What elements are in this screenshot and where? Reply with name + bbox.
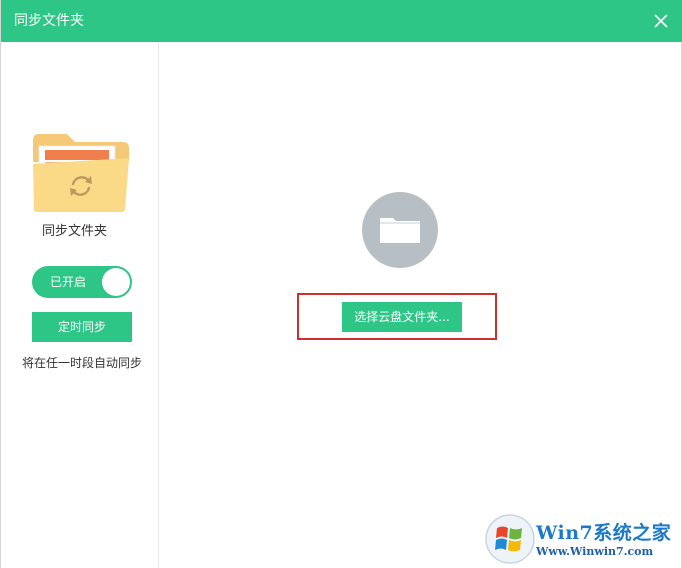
toggle-label: 已开启 — [50, 275, 87, 289]
close-icon — [654, 14, 668, 28]
empty-folder-placeholder — [362, 192, 438, 268]
main-panel: 选择云盘文件夹... — [159, 42, 682, 568]
title-bar: 同步文件夹 — [1, 0, 682, 42]
watermark-url: Www.Winwin7.com — [536, 545, 654, 558]
close-button[interactable] — [651, 11, 671, 31]
scheduled-sync-button[interactable]: 定时同步 — [32, 312, 132, 342]
watermark-title: Win7系统之家 — [536, 522, 672, 544]
windows-logo-icon — [485, 514, 535, 564]
toggle-knob — [102, 268, 130, 296]
folder-icon — [380, 218, 420, 243]
folder-sync-icon — [33, 134, 129, 212]
sidebar: 同步文件夹 已开启 定时同步 将在任一时段自动同步 — [1, 42, 159, 568]
sync-folder-window: 同步文件夹 同步文件夹 已开启 定时同步 将在任一时段自动同步 选择云盘文件夹.… — [0, 0, 682, 568]
window-title: 同步文件夹 — [14, 13, 84, 29]
watermark: Win7系统之家 Www.Winwin7.com — [481, 512, 681, 566]
auto-sync-description: 将在任一时段自动同步 — [21, 356, 142, 370]
sync-folder-label: 同步文件夹 — [41, 224, 107, 239]
select-cloud-folder-button[interactable]: 选择云盘文件夹... — [342, 302, 462, 332]
sync-toggle[interactable]: 已开启 — [32, 266, 132, 298]
